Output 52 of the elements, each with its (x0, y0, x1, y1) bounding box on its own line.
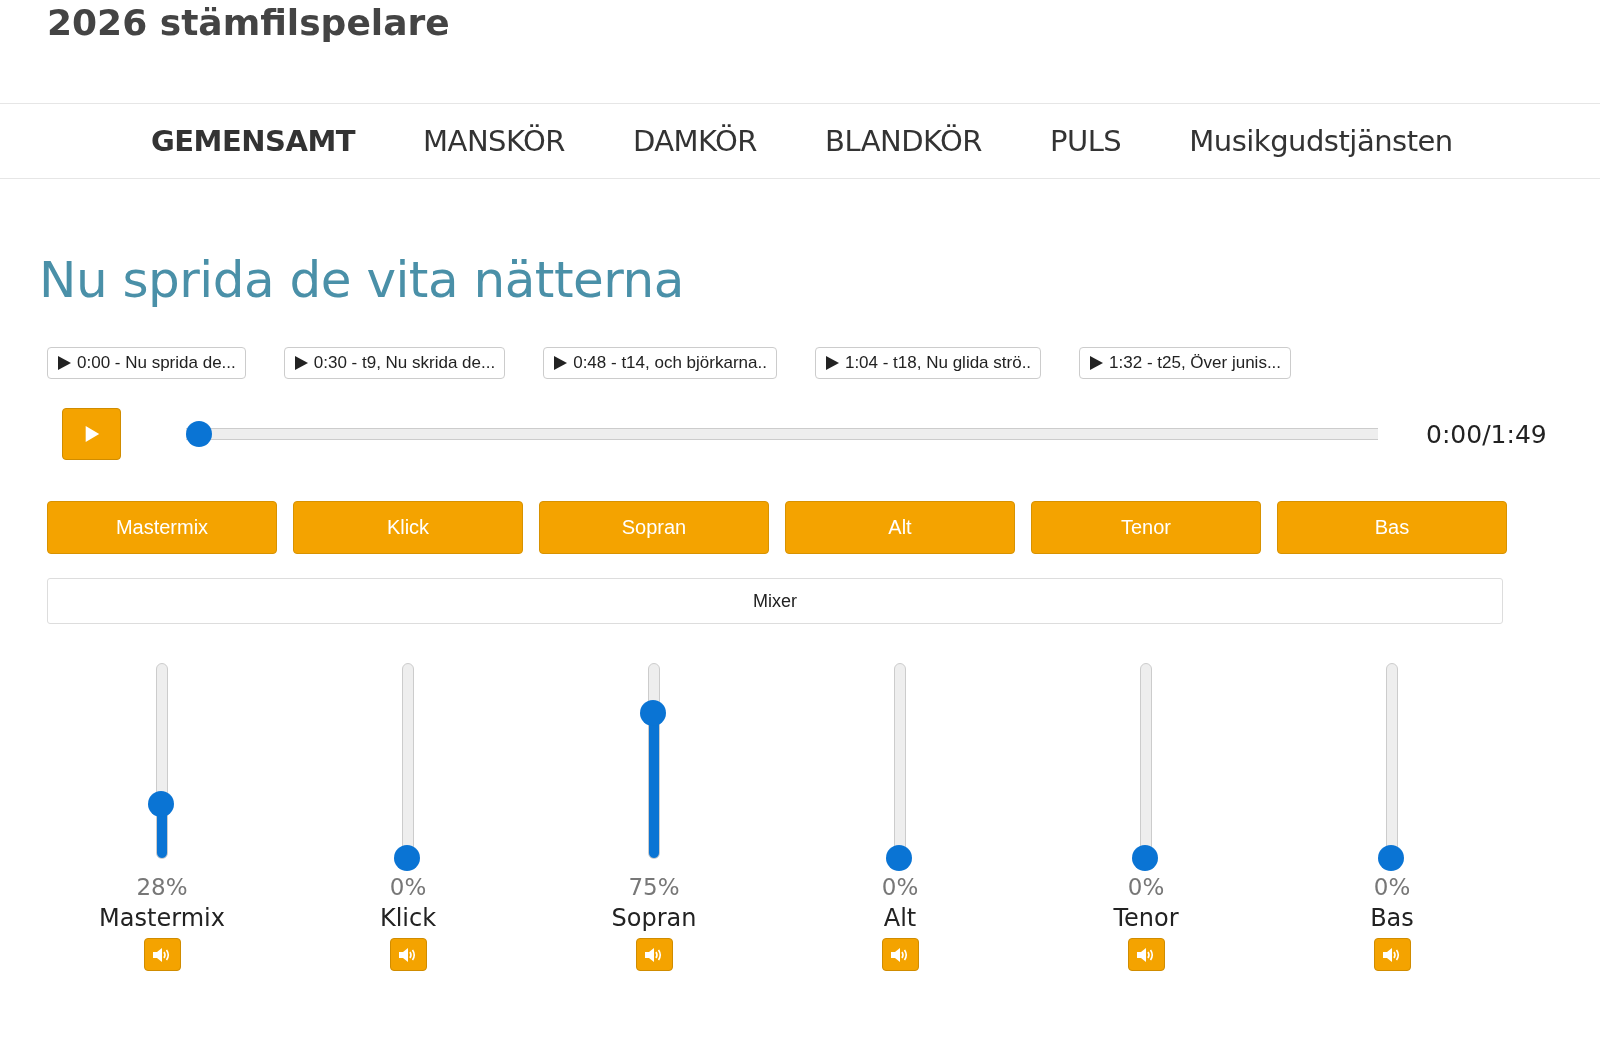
site-title: 2026 stämfilspelare (46, 1, 451, 45)
slider-thumb[interactable] (148, 790, 174, 817)
nav-tab[interactable]: Musikgudstjänsten (1189, 124, 1453, 158)
speaker-button[interactable] (1373, 938, 1411, 971)
chapter-button[interactable]: 0:00 - Nu sprida de... (47, 347, 246, 379)
nav-tab[interactable]: DAMKÖR (632, 124, 757, 158)
nav-tab[interactable]: PULS (1050, 124, 1122, 158)
play-icon (1089, 356, 1104, 370)
mixer-bar[interactable]: Mixer (47, 578, 1503, 624)
play-icon (293, 356, 308, 370)
speaker-icon (398, 946, 418, 963)
chapter-button[interactable]: 1:32 - t25, Över junis... (1079, 347, 1292, 379)
chapter-button[interactable]: 0:30 - t9, Nu skrida de... (283, 347, 506, 379)
volume-reading: 0% (881, 874, 919, 900)
play-icon (824, 356, 839, 370)
speaker-icon (152, 946, 172, 963)
speaker-button[interactable] (1127, 938, 1165, 971)
speaker-button[interactable] (881, 938, 919, 971)
volume-reading: 0% (389, 874, 427, 900)
volume-reading: 75% (628, 874, 680, 900)
chapter-button[interactable]: 1:04 - t18, Nu glida strö.. (814, 347, 1042, 379)
play-icon (57, 356, 71, 370)
slider-thumb[interactable] (394, 845, 420, 871)
volume-reading: 0% (1127, 874, 1165, 900)
channel-name: Bas (1370, 904, 1414, 932)
chapter-button[interactable]: 0:48 - t14, och björkarna.. (543, 347, 777, 379)
nav-tab[interactable]: GEMENSAMT (151, 124, 356, 158)
play-button[interactable] (62, 408, 121, 460)
channel-name: Tenor (1113, 904, 1179, 932)
play-icon (553, 356, 568, 370)
speaker-icon (1136, 946, 1156, 963)
time-display: 0:00/1:49 (1426, 419, 1547, 449)
song-title: Nu sprida de vita nätterna (39, 255, 685, 305)
speaker-icon (890, 946, 910, 963)
channel-name: Mastermix (99, 904, 225, 932)
channel-name: Klick (379, 904, 437, 932)
seek-thumb[interactable] (186, 421, 212, 447)
slider-thumb[interactable] (1132, 845, 1158, 871)
channel-name: Alt (883, 904, 917, 932)
speaker-button[interactable] (143, 938, 181, 971)
speaker-icon (644, 946, 664, 963)
channel-name: Sopran (611, 904, 697, 932)
speaker-icon (1382, 946, 1402, 963)
slider-thumb[interactable] (640, 699, 666, 726)
nav-tab[interactable]: BLANDKÖR (825, 124, 982, 158)
speaker-button[interactable] (389, 938, 427, 971)
volume-reading: 0% (1373, 874, 1411, 900)
nav-tab[interactable]: MANSKÖR (423, 124, 565, 158)
speaker-button[interactable] (635, 938, 673, 971)
volume-reading: 28% (136, 874, 188, 900)
slider-thumb[interactable] (1378, 845, 1404, 871)
slider-thumb[interactable] (886, 845, 912, 871)
